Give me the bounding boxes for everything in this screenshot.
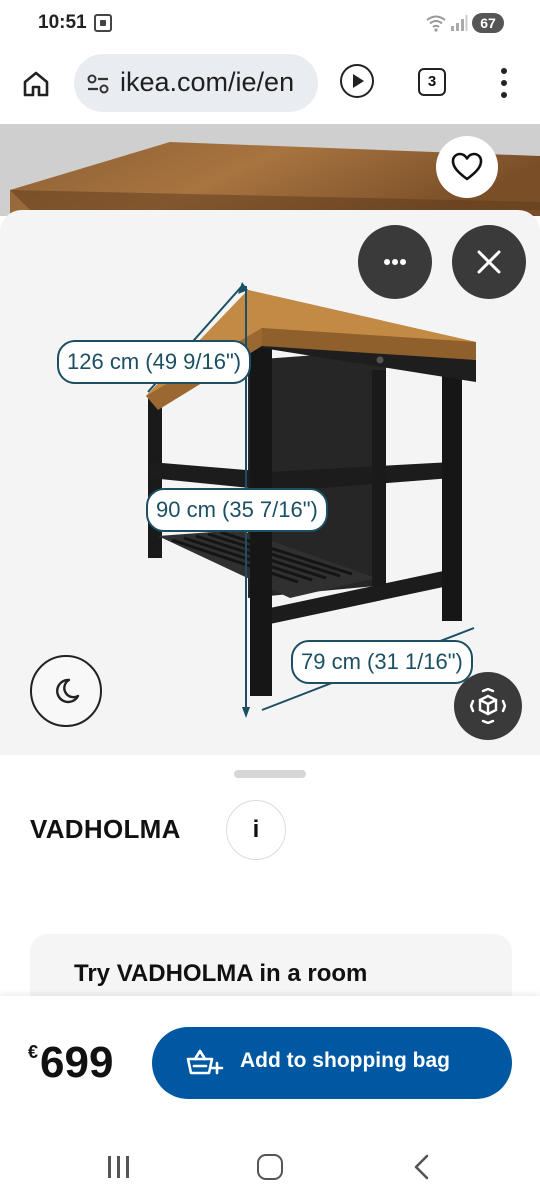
ar-icon — [470, 688, 506, 724]
heart-icon — [451, 152, 483, 181]
status-time: 10:51 — [38, 12, 87, 33]
moon-icon — [56, 678, 80, 704]
site-settings-icon[interactable] — [86, 73, 110, 95]
home-icon[interactable] — [257, 1154, 283, 1180]
add-to-bag-button[interactable]: Add to shopping bag — [152, 1027, 512, 1099]
price-value: 699 — [40, 1038, 114, 1087]
add-to-bag-label: Add to shopping bag — [240, 1049, 450, 1072]
try-in-room-label: Try VADHOLMA in a room — [74, 960, 368, 987]
view-in-ar-button[interactable] — [454, 672, 522, 740]
close-viewer-button[interactable] — [452, 225, 526, 299]
browser-home-button[interactable] — [18, 66, 54, 102]
screenshot-icon — [94, 14, 112, 32]
wifi-icon — [426, 15, 446, 32]
depth-dimension-label: 79 cm (31 1/16") — [291, 640, 473, 684]
product-name: VADHOLMA — [30, 814, 181, 844]
shopping-bag-icon — [186, 1049, 224, 1075]
url-text[interactable]: ikea.com/ie/en — [120, 67, 294, 98]
menu-icon[interactable] — [492, 66, 516, 100]
width-dimension-label: 126 cm (49 9/16") — [57, 340, 252, 384]
height-dimension-label: 90 cm (35 7/16") — [146, 488, 328, 532]
lighting-toggle-button[interactable] — [30, 655, 102, 727]
close-icon — [477, 250, 501, 274]
3d-viewer[interactable]: 126 cm (49 9/16") 90 cm (35 7/16") 79 cm… — [0, 210, 540, 755]
back-icon[interactable] — [412, 1154, 432, 1180]
more-options-button[interactable] — [358, 225, 432, 299]
browser-toolbar: ikea.com/ie/en 3 — [0, 48, 540, 124]
status-bar: 10:51 67 — [0, 0, 540, 48]
address-bar[interactable]: ikea.com/ie/en — [74, 54, 318, 112]
play-icon[interactable] — [340, 64, 374, 98]
sheet-drag-handle[interactable] — [234, 770, 306, 778]
recents-icon[interactable] — [106, 1156, 132, 1178]
home-icon — [23, 71, 49, 97]
favorite-button[interactable] — [436, 136, 498, 198]
product-info-button[interactable]: i — [226, 800, 286, 860]
system-navigation-bar — [0, 1130, 540, 1200]
price-currency: € — [28, 1042, 39, 1062]
signal-icon — [451, 15, 468, 31]
tabs-icon[interactable]: 3 — [418, 68, 446, 96]
more-icon — [384, 259, 390, 265]
battery-icon: 67 — [472, 13, 504, 33]
purchase-bar: € 699 Add to shopping bag — [0, 996, 540, 1130]
